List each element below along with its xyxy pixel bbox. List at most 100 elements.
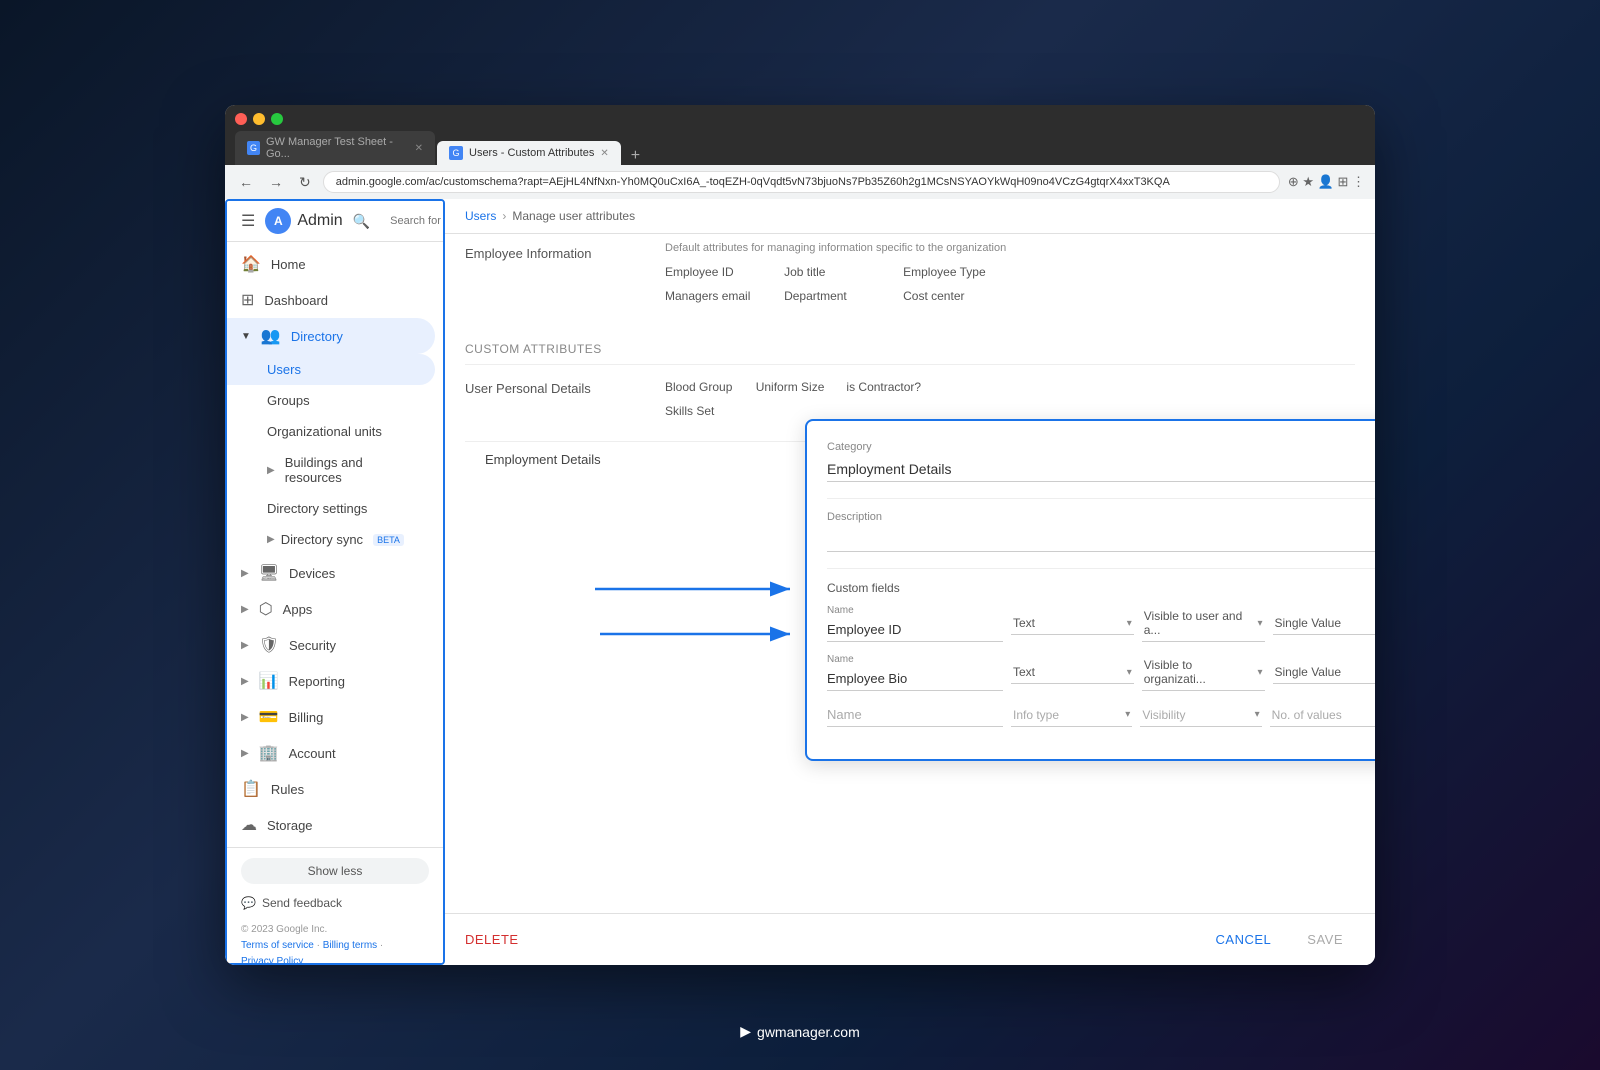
field2-visibility-select[interactable]: Visible to organizati... ▾	[1142, 654, 1265, 691]
send-feedback-label: Send feedback	[262, 896, 342, 910]
field1-values-select[interactable]: Single Value ▾	[1273, 612, 1376, 635]
new-field-type-select[interactable]: Info type ▾	[1011, 704, 1132, 727]
sidebar-item-reporting[interactable]: ▶ 📊 Reporting	[227, 663, 435, 699]
attr-cost-center: Cost center	[903, 286, 1006, 306]
sidebar-item-dir-sync[interactable]: ▶ Directory sync BETA	[227, 524, 435, 555]
user-personal-title: User Personal Details	[465, 377, 625, 400]
sidebar-item-account[interactable]: ▶ 🏢 Account	[227, 735, 435, 771]
sidebar-item-devices[interactable]: ▶ 🖥 Devices	[227, 555, 435, 591]
user-personal-attrs: Blood Group Uniform Size is Contractor? …	[665, 377, 921, 421]
privacy-link[interactable]: Privacy Policy	[241, 956, 303, 965]
billing-icon: 💳	[259, 707, 279, 727]
delete-button[interactable]: DELETE	[465, 932, 519, 947]
sidebar-item-dashboard[interactable]: ⊞ Dashboard	[227, 282, 435, 318]
field2-visibility-arrow: ▾	[1257, 667, 1262, 678]
modal-divider-2	[827, 568, 1375, 569]
bottom-icon: ▶	[740, 1023, 751, 1040]
employment-details-label: Employment Details	[485, 452, 665, 467]
user-personal-section: User Personal Details Blood Group Unifor…	[465, 364, 1355, 425]
refresh-button[interactable]: ↻	[295, 172, 315, 193]
sidebar-label-groups: Groups	[267, 393, 310, 408]
new-field-visibility-text: Visibility	[1142, 708, 1252, 722]
sidebar-item-home[interactable]: 🏠 Home	[227, 246, 435, 282]
billing-terms-link[interactable]: Billing terms	[323, 940, 377, 951]
custom-fields-label: Custom fields	[827, 581, 1375, 595]
sidebar-item-groups[interactable]: Groups	[227, 385, 435, 416]
send-feedback-button[interactable]: 💬 Send feedback	[241, 892, 429, 914]
field2-visibility-text: Visible to organizati...	[1144, 658, 1256, 686]
back-button[interactable]: ←	[235, 172, 257, 192]
field1-type-select[interactable]: Text ▾	[1011, 612, 1134, 635]
employee-info-title: Employee Information	[465, 242, 625, 265]
modal-description-input[interactable]	[827, 527, 1375, 552]
field1-name-input[interactable]	[827, 618, 1003, 642]
modal-divider-1	[827, 498, 1375, 499]
new-tab-button[interactable]: +	[623, 147, 648, 165]
field1-type-arrow: ▾	[1127, 618, 1132, 629]
minimize-button[interactable]	[253, 113, 265, 125]
tab-gw-manager[interactable]: G GW Manager Test Sheet - Go... ✕	[235, 131, 435, 165]
field2-type-select[interactable]: Text ▾	[1011, 661, 1134, 684]
hamburger-icon[interactable]: ☰	[241, 211, 255, 231]
forward-button[interactable]: →	[265, 172, 287, 192]
field2-name-input[interactable]	[827, 667, 1003, 691]
field1-visibility-select[interactable]: Visible to user and a... ▾	[1142, 605, 1265, 642]
security-icon: 🛡	[259, 635, 279, 655]
breadcrumb-users[interactable]: Users	[465, 209, 496, 223]
tab-favicon-gw: G	[247, 141, 260, 155]
sidebar-item-buildings[interactable]: ▶ Buildings and resources	[227, 447, 435, 493]
modal-container: Category Description Custom fields	[805, 419, 1375, 761]
cancel-button[interactable]: CANCEL	[1204, 926, 1284, 953]
address-bar[interactable]: admin.google.com/ac/customschema?rapt=AE…	[323, 171, 1280, 193]
tab-custom-attrs[interactable]: G Users - Custom Attributes ✕	[437, 141, 621, 165]
field2-values-select[interactable]: Single Value ▾	[1273, 661, 1376, 684]
save-button[interactable]: SAVE	[1295, 926, 1355, 953]
sidebar-label-storage: Storage	[267, 818, 313, 833]
sidebar-item-org-units[interactable]: Organizational units	[227, 416, 435, 447]
new-field-name-input[interactable]	[827, 703, 1003, 727]
sidebar-nav: 🏠 Home ⊞ Dashboard ▼ 👥 Directory Users	[227, 242, 443, 847]
terms-link[interactable]: Terms of service	[241, 940, 314, 951]
sidebar-label-reporting: Reporting	[289, 674, 345, 689]
close-button[interactable]	[235, 113, 247, 125]
app-header: ☰ A Admin 🔍 🔔 👤 ? ⊞ GW	[227, 201, 443, 242]
admin-logo-text: Admin	[297, 212, 342, 230]
attr-department: Department	[784, 286, 887, 306]
modal-description-label: Description	[827, 511, 1375, 523]
footer-copyright: © 2023 Google Inc.	[241, 924, 327, 935]
sidebar-item-directory[interactable]: ▼ 👥 Directory	[227, 318, 435, 354]
search-input[interactable]	[378, 210, 445, 232]
field-row-empty: Info type ▾ Visibility ▾ No. of values ▾	[827, 703, 1375, 727]
sidebar-item-security[interactable]: ▶ 🛡 Security	[227, 627, 435, 663]
new-field-visibility-arrow: ▾	[1255, 709, 1260, 720]
field2-name-label: Name	[827, 654, 1003, 665]
modal-category-input[interactable]	[827, 457, 1375, 482]
tab-label-gw: GW Manager Test Sheet - Go...	[266, 136, 409, 160]
action-bar: DELETE CANCEL SAVE	[445, 913, 1375, 965]
chevron-down-icon: ▼	[241, 331, 251, 342]
sidebar-label-account: Account	[289, 746, 336, 761]
new-field-values-select[interactable]: No. of values ▾	[1270, 704, 1375, 727]
new-field-visibility-select[interactable]: Visibility ▾	[1140, 704, 1261, 727]
chevron-right-icon-devices: ▶	[241, 568, 249, 579]
sidebar-label-buildings: Buildings and resources	[285, 455, 421, 485]
devices-icon: 🖥	[259, 563, 279, 583]
action-right-buttons: CANCEL SAVE	[1204, 926, 1355, 953]
sidebar-item-users[interactable]: Users	[227, 354, 435, 385]
sidebar-item-storage[interactable]: ☁ Storage	[227, 807, 435, 843]
field1-visibility-text: Visible to user and a...	[1144, 609, 1256, 637]
tab-close-custom[interactable]: ✕	[600, 148, 608, 159]
field2-type-text: Text	[1013, 665, 1125, 679]
sidebar-label-dir-sync: Directory sync	[281, 532, 363, 547]
sidebar-item-apps[interactable]: ▶ ⬡ Apps	[227, 591, 435, 627]
attr-employee-type: Employee Type	[903, 262, 1006, 282]
sidebar-item-dir-settings[interactable]: Directory settings	[227, 493, 435, 524]
employee-info-section: Employee Information Default attributes …	[465, 234, 1355, 314]
attr-job-title: Job title	[784, 262, 887, 282]
show-less-button[interactable]: Show less	[241, 858, 429, 884]
bottom-label: gwmanager.com	[757, 1024, 860, 1040]
sidebar-item-billing[interactable]: ▶ 💳 Billing	[227, 699, 435, 735]
sidebar-item-rules[interactable]: 📋 Rules	[227, 771, 435, 807]
tab-close-gw[interactable]: ✕	[415, 143, 423, 154]
maximize-button[interactable]	[271, 113, 283, 125]
